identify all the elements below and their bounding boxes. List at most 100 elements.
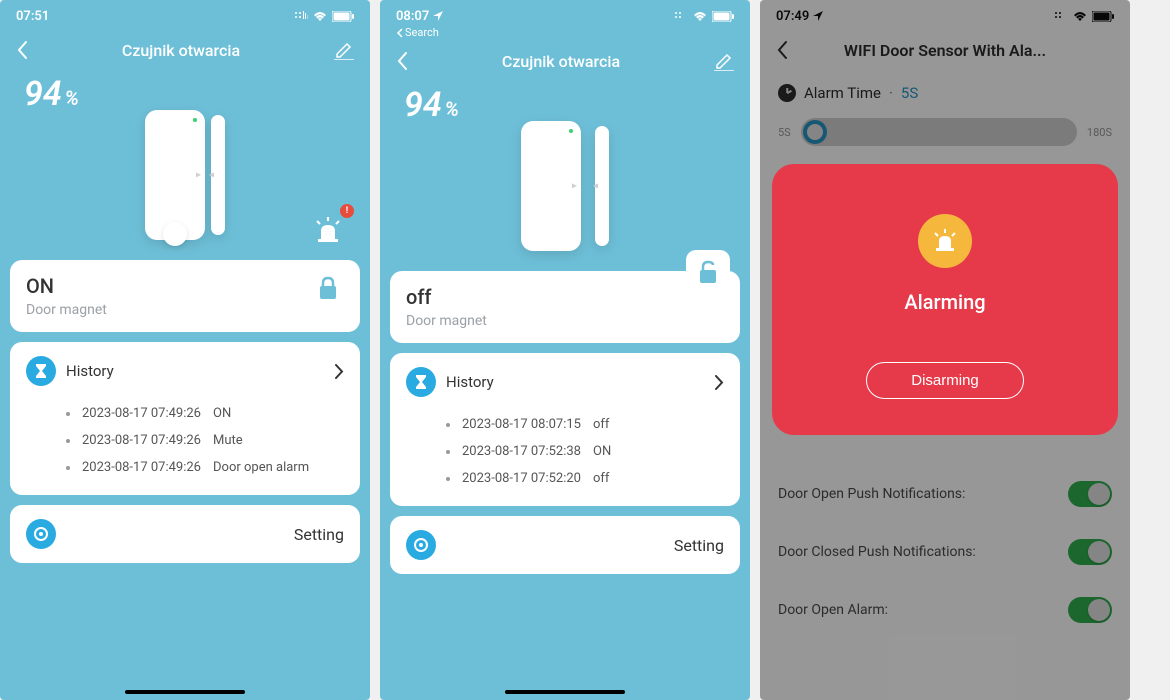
alarm-time-label: Alarm Time: [804, 84, 881, 102]
toggle-label: Door Open Push Notifications:: [778, 486, 965, 502]
chevron-right-icon: [715, 375, 724, 390]
slider-thumb[interactable]: [803, 120, 827, 144]
door-subtitle: Door magnet: [406, 313, 724, 329]
lock-button[interactable]: [306, 266, 350, 310]
status-indicators: [674, 11, 734, 22]
home-indicator[interactable]: [125, 690, 245, 694]
unlock-button[interactable]: [686, 250, 730, 294]
pencil-icon: [714, 51, 734, 71]
toggle-label: Door Closed Push Notifications:: [778, 544, 976, 560]
wifi-icon: [1072, 11, 1088, 22]
arrow-left-icon: ◂: [593, 181, 598, 192]
alert-badge: !: [340, 204, 354, 218]
history-list: 2023-08-17 08:07:15off 2023-08-17 07:52:…: [406, 411, 724, 492]
alarming-title: Alarming: [904, 290, 985, 314]
status-time: 07:49: [776, 9, 823, 24]
history-row: 2023-08-17 07:49:26Mute: [66, 427, 344, 454]
battery-icon: [332, 11, 354, 22]
siren-icon: [930, 228, 960, 254]
history-row: 2023-08-17 08:07:15off: [446, 411, 724, 438]
battery-icon: [1092, 11, 1114, 22]
slider-max-label: 180S: [1087, 126, 1112, 139]
alarm-button[interactable]: !: [308, 210, 348, 250]
toggle-row-door-open-alarm: Door Open Alarm:: [760, 581, 1130, 639]
arrow-right-icon: ▸: [572, 181, 577, 192]
screen-sensor-on: 07:51 Czujnik otwarcia 94% ▸ ◂ !: [0, 0, 370, 700]
history-header: History: [26, 356, 344, 386]
disarm-button[interactable]: Disarming: [866, 362, 1024, 399]
status-bar: 07:51: [0, 0, 370, 32]
battery-value: 94: [24, 74, 62, 114]
location-icon: [813, 11, 823, 21]
battery-icon: [712, 11, 734, 22]
setting-card[interactable]: Setting: [10, 505, 360, 563]
home-indicator[interactable]: [505, 690, 625, 694]
history-header: History: [406, 367, 724, 397]
setting-label: Setting: [294, 525, 344, 544]
lock-locked-icon: [317, 276, 339, 300]
sensor-knob: [163, 222, 187, 246]
toggle-switch[interactable]: [1068, 539, 1112, 565]
chevron-left-icon: [396, 51, 408, 71]
hourglass-icon: [26, 356, 56, 386]
dimmed-background: 07:49 WIFI Door Sensor With Ala... Alarm…: [760, 0, 1130, 164]
back-to-search[interactable]: Search: [380, 26, 750, 39]
dual-sim-icon: [674, 11, 688, 21]
history-row: 2023-08-17 07:49:26Door open alarm: [66, 454, 344, 481]
page-title: Czujnik otwarcia: [122, 41, 240, 60]
nav-bar: WIFI Door Sensor With Ala...: [760, 32, 1130, 68]
history-title: History: [446, 373, 494, 391]
alarm-time-value: 5S: [901, 84, 918, 102]
separator: ·: [889, 84, 893, 102]
gear-icon: [26, 519, 56, 549]
percent-symbol: %: [445, 97, 459, 121]
side-actions: [686, 250, 730, 294]
nav-bar: Czujnik otwarcia: [0, 32, 370, 68]
edit-button[interactable]: [334, 40, 354, 60]
history-card[interactable]: History 2023-08-17 07:49:26ON 2023-08-17…: [10, 342, 360, 495]
screen-sensor-off: 08:07 Search Czujnik otwarcia 94% ▸ ◂: [380, 0, 750, 700]
edit-button[interactable]: [714, 51, 734, 71]
status-time: 07:51: [16, 9, 49, 24]
location-icon: [433, 11, 443, 21]
back-button[interactable]: [396, 51, 408, 71]
chevron-left-icon: [776, 40, 788, 60]
back-button[interactable]: [16, 40, 28, 60]
chevron-right-icon: [335, 364, 344, 379]
percent-symbol: %: [65, 86, 79, 110]
history-row: 2023-08-17 07:49:26ON: [66, 400, 344, 427]
back-search-label: Search: [405, 26, 439, 39]
screen-alarm-settings: 07:49 WIFI Door Sensor With Ala... Alarm…: [760, 0, 1130, 700]
back-button[interactable]: [776, 40, 788, 60]
dual-sim-icon: [294, 11, 308, 21]
setting-card[interactable]: Setting: [390, 516, 740, 574]
arrow-left-icon: ◂: [209, 170, 214, 181]
arrow-right-icon: ▸: [196, 170, 201, 181]
alarm-time-row: Alarm Time · 5S: [760, 68, 1130, 108]
history-card[interactable]: History 2023-08-17 08:07:15off 2023-08-1…: [390, 353, 740, 506]
alarm-time-slider[interactable]: [801, 118, 1077, 146]
setting-label: Setting: [674, 536, 724, 555]
toggle-switch[interactable]: [1068, 597, 1112, 623]
sensor-illustration: ▸ ◂: [380, 121, 750, 251]
door-state: off: [406, 285, 724, 309]
history-list: 2023-08-17 07:49:26ON 2023-08-17 07:49:2…: [26, 400, 344, 481]
sensor-main-body: ▸: [145, 110, 205, 240]
gear-icon: [406, 530, 436, 560]
door-subtitle: Door magnet: [26, 302, 344, 318]
toggle-row-door-closed-push: Door Closed Push Notifications:: [760, 523, 1130, 581]
sensor-magnet-body: ◂: [595, 126, 609, 246]
clock-icon: [778, 84, 796, 102]
siren-badge-circle: [918, 214, 972, 268]
chevron-left-icon: [16, 40, 28, 60]
status-bar: 07:49: [760, 0, 1130, 32]
status-indicators: [1054, 11, 1114, 22]
page-title: WIFI Door Sensor With Ala...: [844, 41, 1046, 60]
toggle-row-door-open-push: Door Open Push Notifications:: [760, 465, 1130, 523]
side-actions: !: [306, 210, 350, 310]
sensor-main-body: ▸: [521, 121, 581, 251]
lock-open-icon: [697, 260, 719, 284]
alarming-modal: Alarming Disarming: [772, 164, 1118, 435]
toggle-switch[interactable]: [1068, 481, 1112, 507]
alarm-time-slider-row: 5S 180S: [760, 108, 1130, 164]
